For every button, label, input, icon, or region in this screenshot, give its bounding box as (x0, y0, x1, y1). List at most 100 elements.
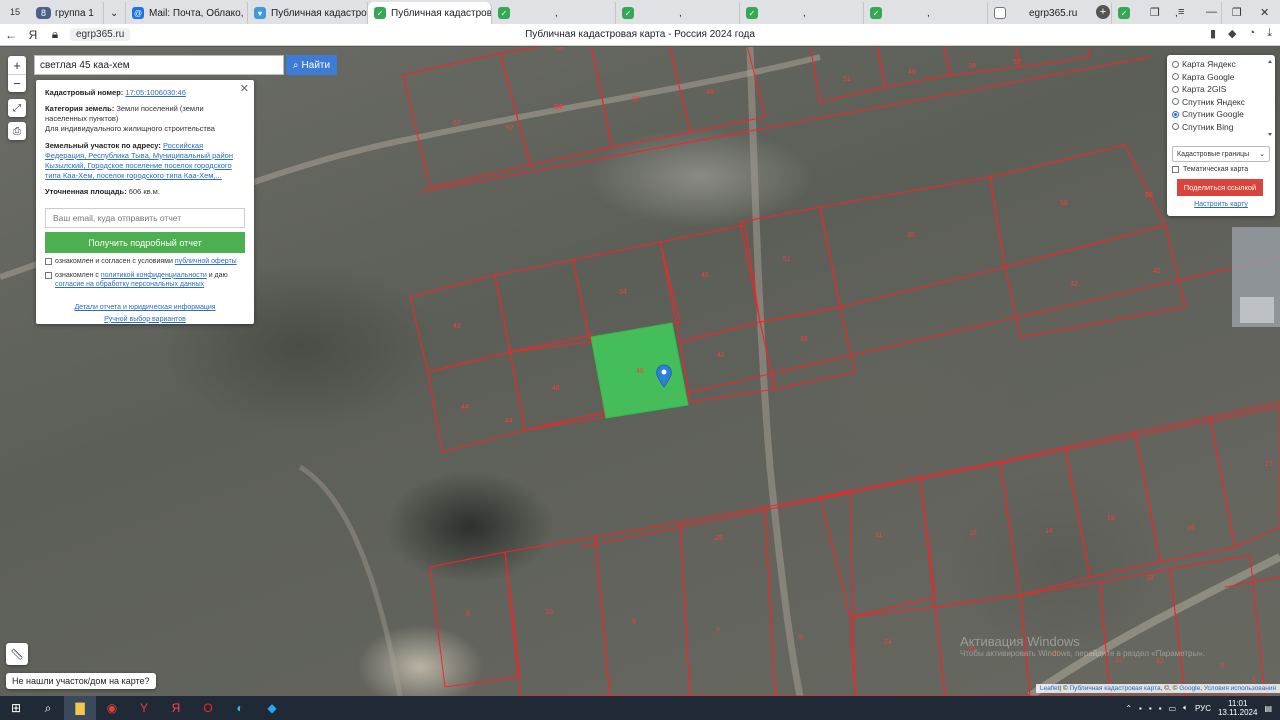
radio[interactable] (1172, 60, 1179, 68)
maximize-icon: ❐ (1232, 6, 1242, 19)
measure-button[interactable]: 📏︎ (6, 643, 28, 665)
layer-option-2gis-map[interactable]: Карта 2GIS (1172, 83, 1270, 96)
plot-number: 42 (1153, 268, 1161, 275)
manual-select-link[interactable]: Ручной выбор вариантов (45, 315, 245, 324)
plot-number: 51 (843, 76, 851, 83)
radio-selected[interactable] (1172, 110, 1179, 118)
lock-button[interactable]: 🔒︎ (44, 27, 66, 42)
bookmark-icon[interactable]: ▮ (1210, 27, 1216, 40)
plot-boundary (1209, 401, 1280, 548)
tab-group-collapse[interactable]: ⌄ (104, 2, 126, 24)
plot-boundary (1004, 224, 1186, 338)
terms-link[interactable]: Условия использования (1204, 685, 1276, 692)
tab-generic[interactable]: ✓ , (492, 2, 616, 24)
taskbar-opera[interactable]: O (192, 696, 224, 720)
menu-button[interactable]: ≡ (1178, 0, 1184, 24)
minimize-button[interactable]: — (1206, 0, 1217, 24)
layer-option-google-map[interactable]: Карта Google (1172, 71, 1270, 84)
chevron-up-icon[interactable]: ⌃ (1125, 704, 1132, 713)
close-icon[interactable]: ✕ (240, 82, 249, 97)
maximize-button[interactable]: ❐ (1232, 0, 1242, 24)
share-link-button[interactable]: Поделиться ссылкой (1177, 179, 1263, 196)
taskbar-explorer[interactable]: ▇ (64, 696, 96, 720)
configure-map-link[interactable]: Настроить карту (1172, 201, 1270, 208)
download-icon[interactable]: ⤓ (1267, 27, 1272, 40)
radio[interactable] (1172, 73, 1179, 81)
radio[interactable] (1172, 123, 1179, 131)
check-icon: ✓ (374, 7, 386, 19)
tab-cadastral-active[interactable]: ✓ Публичная кадастров ✕ (368, 2, 492, 24)
offer-link[interactable]: публичной оферты (175, 258, 237, 265)
thematic-map-toggle[interactable]: Тематическая карта (1172, 166, 1270, 173)
tab-generic[interactable]: ✓ , (616, 2, 740, 24)
taskbar-yandex[interactable]: Я (160, 696, 192, 720)
pkk-link[interactable]: Публичная кадастровая карта (1069, 685, 1160, 692)
network-icon[interactable]: ▭ (1169, 704, 1177, 713)
report-details-link[interactable]: Детали отчета и юридическая информация (45, 303, 245, 312)
chat-icon[interactable]: ◔ (1248, 27, 1255, 40)
taskbar-yandex-browser[interactable]: Y (128, 696, 160, 720)
personal-data-link[interactable]: согласие на обработку персональных данны… (55, 281, 204, 288)
search-button[interactable]: ⌕ (32, 696, 64, 720)
fullscreen-button[interactable]: ⤢ (8, 99, 26, 117)
not-found-button[interactable]: Не нашли участок/дом на карте? (6, 673, 156, 689)
print-icon: ⎙ (13, 125, 21, 137)
tab-counter[interactable]: 15 (4, 3, 26, 21)
search-input[interactable] (34, 55, 284, 75)
layer-option-google-sat[interactable]: Спутник Google (1172, 108, 1270, 121)
new-tab-button[interactable]: + (1096, 0, 1110, 24)
plot-boundary (1015, 47, 1091, 68)
plot-number: 12 (1156, 658, 1164, 665)
tray-app-icon[interactable]: ▪ (1139, 704, 1142, 713)
consent-offer-text: ознакомлен и согласен с условиями (55, 258, 173, 266)
zoom-out-button[interactable]: − (8, 74, 26, 92)
back-button[interactable]: ← (0, 28, 22, 42)
privacy-link[interactable]: политикой конфиденциальности (101, 272, 207, 279)
layer-option-bing-sat[interactable]: Спутник Bing (1172, 121, 1270, 134)
yandex-browser-icon: Y (139, 701, 148, 715)
print-button[interactable]: ⎙ (8, 122, 26, 140)
clock[interactable]: 11:01 13.11.2024 (1218, 699, 1257, 717)
radio[interactable] (1172, 85, 1179, 93)
search-button[interactable]: ⌕ Найти (286, 55, 337, 75)
layers-scrollbar[interactable] (1267, 58, 1273, 138)
tray-app-icon[interactable]: ▪ (1149, 704, 1152, 713)
layer-option-yandex-map[interactable]: Карта Яндекс (1172, 58, 1270, 71)
tab-cadastral-1[interactable]: ♥ Публичная кадастровая (248, 2, 368, 24)
checkbox[interactable] (45, 258, 52, 266)
taskbar-chrome[interactable]: ◉ (96, 696, 128, 720)
yandex-button[interactable]: Я (22, 28, 44, 42)
start-button[interactable]: ⊞ (0, 696, 32, 720)
window-close-button[interactable]: ✕ (1260, 0, 1269, 24)
get-report-button[interactable]: Получить подробный отчет (45, 232, 245, 254)
language-indicator[interactable]: РУС (1195, 704, 1211, 713)
zoom-in-button[interactable]: + (8, 56, 26, 74)
collections-button[interactable]: ❐ (1150, 0, 1160, 24)
checkbox[interactable] (45, 271, 52, 279)
plot-number: 50 (632, 96, 640, 103)
layer-option-yandex-sat[interactable]: Спутник Яндекс (1172, 96, 1270, 109)
search-icon: ⌕ (44, 700, 52, 715)
tab-generic[interactable]: ✓ , (864, 2, 988, 24)
tab-group-1[interactable]: 8 группа 1 (26, 2, 104, 24)
notification-icon[interactable]: ▤ (1264, 704, 1272, 713)
leaflet-link[interactable]: Leaflet (1040, 685, 1060, 692)
tab-mail[interactable]: @ Mail: Почта, Облако, Кале (126, 2, 248, 24)
plot-boundary (504, 536, 611, 696)
overlay-select[interactable]: Кадастровые границы ⌄ (1172, 146, 1270, 162)
cadastral-number-link[interactable]: 17:05:1006030:46 (125, 88, 185, 97)
email-field[interactable] (45, 208, 245, 229)
tab-egrp[interactable]: egrp365.ru (988, 2, 1112, 24)
radio[interactable] (1172, 98, 1179, 106)
cadastral-label: Кадастровый номер: (45, 88, 124, 97)
checkbox[interactable] (1172, 166, 1179, 173)
plot-boundary (876, 47, 951, 88)
taskbar-edge[interactable]: ◐ (224, 696, 256, 720)
taskbar-app[interactable]: ◆ (256, 696, 288, 720)
extension-icon[interactable]: ◆ (1228, 27, 1236, 40)
tab-generic[interactable]: ✓ , (740, 2, 864, 24)
google-link[interactable]: Google (1179, 685, 1200, 692)
url-field[interactable]: egrp365.ru (70, 28, 131, 41)
tray-app-icon[interactable]: ▪ (1159, 704, 1162, 713)
volume-icon[interactable]: 🔈︎ (1183, 703, 1188, 713)
